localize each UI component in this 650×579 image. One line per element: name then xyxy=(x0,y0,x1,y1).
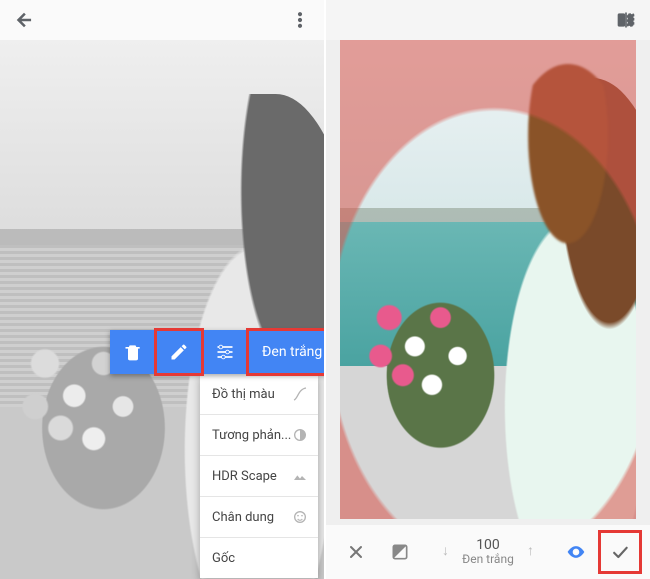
curves-icon xyxy=(292,386,308,402)
contrast-icon xyxy=(292,427,308,443)
filter-item-original[interactable]: Gốc xyxy=(200,538,318,578)
toggle-mask-visibility-button[interactable] xyxy=(556,532,596,572)
filter-stack-menu: Đồ thị màu Tương phản... HDR Scape Chân … xyxy=(200,374,318,578)
more-options-button[interactable] xyxy=(288,8,312,32)
current-filter-label: Đen trắng xyxy=(262,344,322,360)
right-photo-canvas[interactable] xyxy=(340,40,636,519)
left-topbar xyxy=(0,0,324,40)
right-topbar xyxy=(326,0,650,40)
filter-item-tonal-contrast[interactable]: Tương phản... xyxy=(200,415,318,456)
filter-item-label: Chân dung xyxy=(212,510,274,525)
arrow-down-icon: ↓ xyxy=(442,543,449,559)
tune-step-button[interactable] xyxy=(202,330,248,374)
compare-split-button[interactable] xyxy=(614,8,638,32)
blank-icon xyxy=(292,550,308,566)
invert-mask-button[interactable] xyxy=(380,532,420,572)
delete-step-button[interactable] xyxy=(110,330,156,374)
arrow-up-icon: ↑ xyxy=(527,543,534,559)
filter-item-portrait[interactable]: Chân dung xyxy=(200,497,318,538)
left-panel: Đen trắng Đồ thị màu Tương phản... HDR S… xyxy=(0,0,326,579)
mask-strength-control[interactable]: ↓ ↑ 100 Đen trắng xyxy=(424,537,552,567)
apply-button[interactable] xyxy=(600,532,640,572)
landscape-icon xyxy=(292,468,308,484)
right-bottombar: ↓ ↑ 100 Đen trắng xyxy=(326,525,650,579)
edit-stack-toolbar: Đen trắng xyxy=(110,330,326,374)
face-icon xyxy=(292,509,308,525)
filter-item-hdr-scape[interactable]: HDR Scape xyxy=(200,456,318,497)
mask-overlay xyxy=(340,40,636,519)
cancel-button[interactable] xyxy=(336,532,376,572)
filter-item-label: Tương phản... xyxy=(212,428,291,443)
filter-item-label: HDR Scape xyxy=(212,469,277,484)
filter-item-curves[interactable]: Đồ thị màu xyxy=(200,374,318,415)
brush-edit-button[interactable] xyxy=(156,330,202,374)
current-filter-chip[interactable]: Đen trắng xyxy=(248,330,326,374)
back-button[interactable] xyxy=(12,8,36,32)
right-panel: ↓ ↑ 100 Đen trắng xyxy=(326,0,650,579)
filter-item-label: Gốc xyxy=(212,551,235,566)
filter-item-label: Đồ thị màu xyxy=(212,387,275,402)
